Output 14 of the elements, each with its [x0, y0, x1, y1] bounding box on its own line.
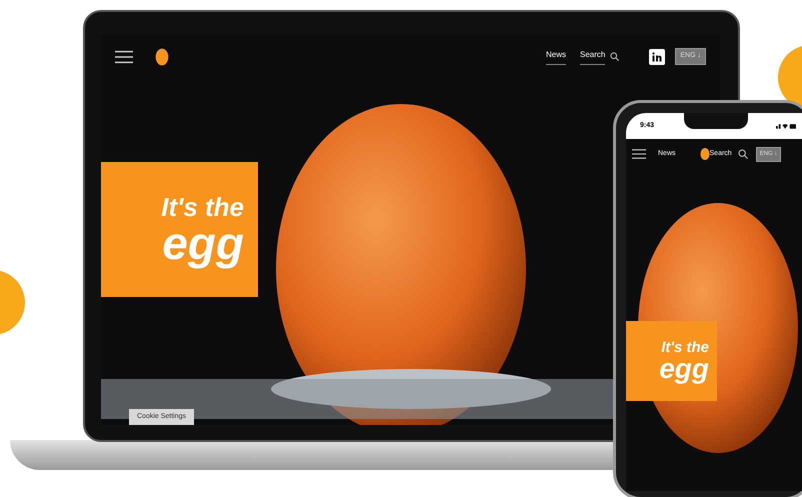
hero-title-text: It's the	[661, 340, 709, 354]
search-icon[interactable]	[738, 149, 748, 159]
nav-link[interactable]: News	[546, 48, 566, 64]
egg-logo-icon[interactable]	[700, 147, 710, 161]
signal-battery-icon	[776, 123, 796, 129]
phone-notch	[684, 113, 748, 129]
menu-icon[interactable]	[115, 50, 133, 64]
nav-link[interactable]: Search	[580, 48, 606, 64]
hero-title-text: egg	[659, 354, 709, 382]
linkedin-icon[interactable]	[649, 48, 666, 64]
menu-icon[interactable]	[632, 149, 646, 159]
hero-title-text: It's the	[161, 194, 244, 220]
search-icon[interactable]	[610, 52, 620, 61]
egg-logo-icon[interactable]	[155, 46, 169, 66]
